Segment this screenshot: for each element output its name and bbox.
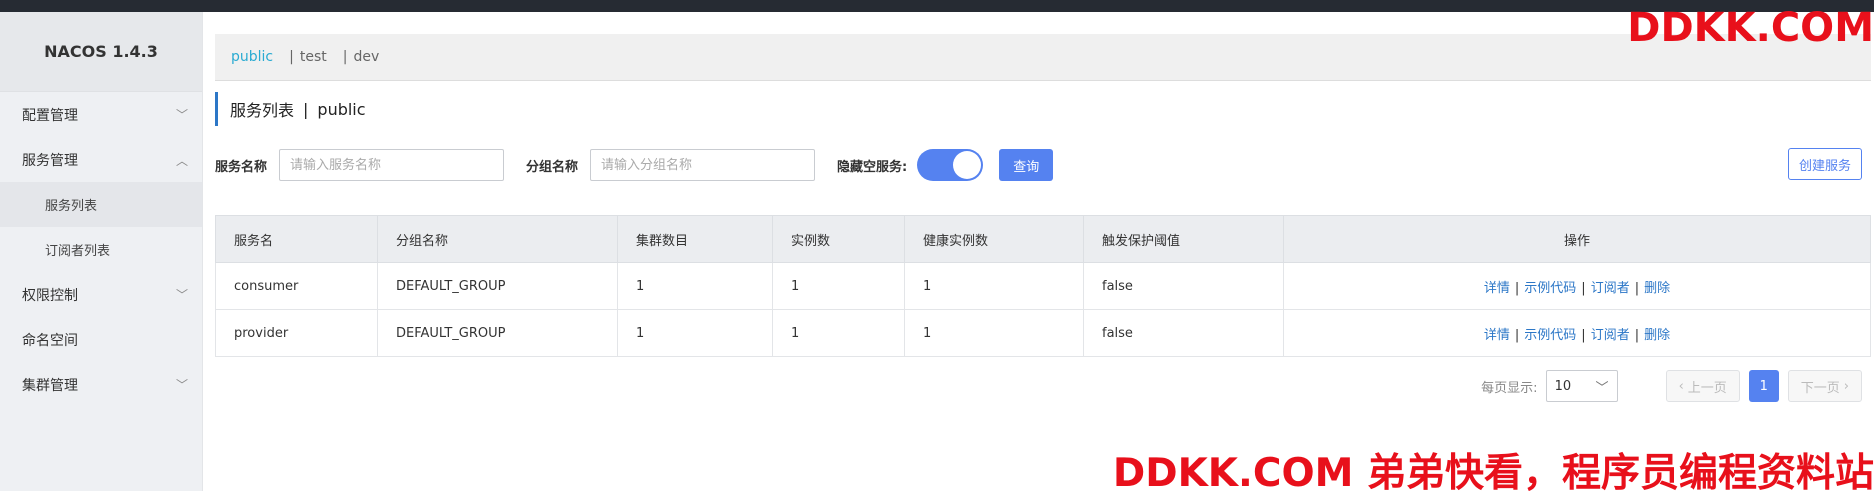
title-separator: | (303, 99, 309, 119)
table-header-row: 服务名 分组名称 集群数目 实例数 健康实例数 触发保护阈值 操作 (215, 215, 1871, 263)
chevron-right-icon: › (1843, 378, 1849, 394)
page-number-current[interactable]: 1 (1748, 370, 1779, 402)
top-bar (0, 0, 1874, 12)
protect-threshold-cell: false (1083, 262, 1284, 310)
next-page-button[interactable]: 下一页 › (1787, 370, 1862, 402)
group-name-label: 分组名称 (526, 159, 579, 175)
delete-link[interactable]: 删除 (1644, 281, 1670, 296)
column-header: 服务名 (215, 215, 378, 263)
action-separator: | (1581, 280, 1586, 296)
cluster-count-cell: 1 (617, 262, 773, 310)
service-table: 服务名 分组名称 集群数目 实例数 健康实例数 触发保护阈值 操作 consum… (215, 215, 1871, 357)
pagination: 每页显示: 10 ﹀ ‹ 上一页 1 下一页 › (1481, 370, 1862, 402)
group-name-cell: DEFAULT_GROUP (377, 309, 618, 357)
instance-count-cell: 1 (772, 262, 905, 310)
sidebar: NACOS 1.4.3 配置管理 ﹀ 服务管理 ﹀ 服务列表 订阅者列表 权限控… (0, 12, 203, 491)
sidebar-item-services[interactable]: 服务管理 ﹀ (0, 137, 202, 182)
brand-logo: NACOS 1.4.3 (0, 12, 202, 92)
sidebar-item-service-list[interactable]: 服务列表 (0, 182, 202, 227)
sidebar-item-subscriber-list[interactable]: 订阅者列表 (0, 227, 202, 272)
instance-count-cell: 1 (772, 309, 905, 357)
sidebar-item-label: 配置管理 (22, 107, 78, 124)
namespace-dev[interactable]: dev (353, 49, 379, 65)
hide-empty-label: 隐藏空服务: (837, 159, 908, 175)
healthy-count-cell: 1 (904, 309, 1084, 357)
next-page-label: 下一页 (1800, 380, 1840, 396)
sidebar-item-label: 权限控制 (22, 287, 78, 304)
action-separator: | (1634, 280, 1640, 296)
chevron-down-icon: ﹀ (175, 377, 188, 392)
action-separator: | (1581, 327, 1586, 343)
sidebar-item-namespace[interactable]: 命名空间 (0, 317, 202, 362)
service-name-cell: provider (215, 309, 378, 357)
prev-page-label: 上一页 (1687, 380, 1727, 396)
actions-cell: 详情 | 示例代码 | 订阅者 | 删除 (1283, 309, 1871, 357)
page-size-value: 10 (1554, 378, 1572, 394)
healthy-count-cell: 1 (904, 262, 1084, 310)
column-header: 触发保护阈值 (1083, 215, 1284, 263)
column-header: 健康实例数 (904, 215, 1084, 263)
namespace-public[interactable]: public (231, 49, 273, 65)
chevron-down-icon: ﹀ (1595, 380, 1609, 396)
service-name-cell: consumer (215, 262, 378, 310)
sidebar-item-label: 命名空间 (22, 332, 78, 349)
actions-cell: 详情 | 示例代码 | 订阅者 | 删除 (1283, 262, 1871, 310)
chevron-up-icon: ﹀ (176, 152, 189, 167)
subscriber-link[interactable]: 订阅者 (1591, 328, 1630, 343)
column-header: 实例数 (772, 215, 905, 263)
watermark-bottom: DDKK.COM 弟弟快看，程序员编程资料站 (1112, 451, 1874, 496)
prev-page-button[interactable]: ‹ 上一页 (1665, 370, 1740, 402)
chevron-down-icon: ﹀ (175, 107, 188, 122)
delete-link[interactable]: 删除 (1644, 328, 1670, 343)
action-separator: | (1634, 327, 1640, 343)
namespace-test[interactable]: test (300, 49, 327, 65)
group-name-input[interactable] (590, 149, 816, 181)
create-service-button[interactable]: 创建服务 (1787, 148, 1862, 180)
subscriber-link[interactable]: 订阅者 (1591, 281, 1630, 296)
chevron-down-icon: ﹀ (175, 287, 188, 302)
page-title-text: 服务列表 (230, 101, 295, 120)
sample-code-link[interactable]: 示例代码 (1524, 328, 1576, 343)
detail-link[interactable]: 详情 (1484, 328, 1510, 343)
query-button[interactable]: 查询 (999, 149, 1054, 181)
table-row: consumer DEFAULT_GROUP 1 1 1 false 详情 | 示例… (215, 262, 1871, 310)
column-header: 分组名称 (377, 215, 618, 263)
sidebar-item-label: 服务管理 (22, 152, 78, 169)
namespace-separator: | (342, 49, 348, 65)
page-size-label: 每页显示: (1481, 380, 1538, 396)
cluster-count-cell: 1 (617, 309, 773, 357)
page-title-namespace: public (317, 99, 366, 119)
sidebar-item-cluster[interactable]: 集群管理 ﹀ (0, 362, 202, 407)
protect-threshold-cell: false (1083, 309, 1284, 357)
watermark-top: DDKK.COM (1627, 5, 1874, 51)
table-row: provider DEFAULT_GROUP 1 1 1 false 详情 | 示例… (215, 309, 1871, 357)
page-title: 服务列表 | public (215, 92, 366, 126)
toggle-knob (953, 151, 982, 179)
namespace-bar: public | test | dev (215, 34, 1871, 81)
namespace-separator: | (289, 49, 294, 65)
sample-code-link[interactable]: 示例代码 (1524, 281, 1576, 296)
sidebar-item-label: 集群管理 (22, 377, 78, 394)
filter-bar: 服务名称 分组名称 隐藏空服务: 查询 (215, 148, 1054, 182)
action-separator: | (1514, 280, 1520, 296)
service-name-input[interactable] (279, 149, 505, 181)
chevron-left-icon: ‹ (1678, 378, 1684, 394)
main-content: public | test | dev 服务列表 | public 服务名称 分… (203, 12, 1874, 491)
detail-link[interactable]: 详情 (1484, 281, 1510, 296)
column-header: 集群数目 (617, 215, 773, 263)
group-name-cell: DEFAULT_GROUP (377, 262, 618, 310)
sidebar-item-config[interactable]: 配置管理 ﹀ (0, 92, 202, 137)
hide-empty-toggle[interactable] (917, 149, 984, 181)
page-size-select[interactable]: 10 ﹀ (1545, 370, 1618, 402)
column-header: 操作 (1283, 215, 1871, 263)
sidebar-item-auth[interactable]: 权限控制 ﹀ (0, 272, 202, 317)
service-name-label: 服务名称 (215, 159, 268, 175)
action-separator: | (1514, 327, 1520, 343)
